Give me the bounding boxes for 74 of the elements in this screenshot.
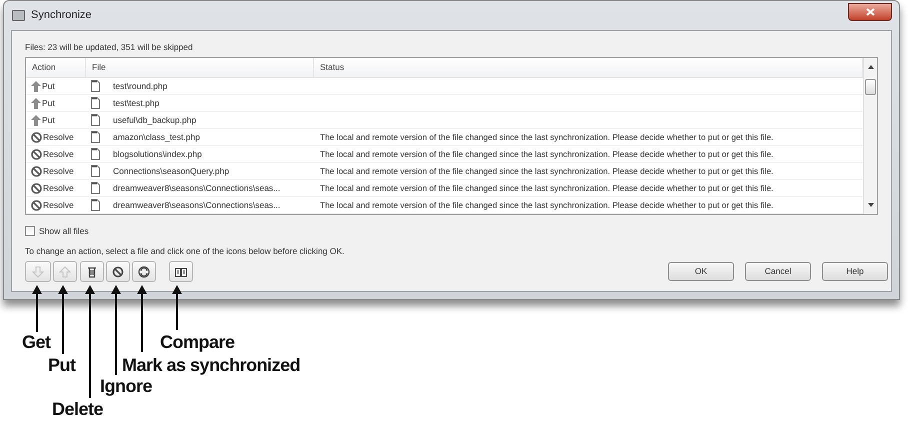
file-name: amazon\class_test.php [113, 130, 200, 144]
up-arrow-icon [31, 114, 41, 126]
checkbox-label: Show all files [39, 224, 89, 238]
close-icon [866, 8, 874, 16]
no-entry-icon [31, 200, 42, 210]
compare-button[interactable] [169, 261, 193, 282]
action-text: Put [42, 114, 55, 126]
action-text: Resolve [43, 130, 74, 144]
column-header[interactable]: Action [26, 58, 86, 77]
file-name: blogsolutions\index.php [113, 148, 202, 160]
callout-label: Get [22, 333, 51, 351]
status-text: The local and remote version of the file changed since the last synchronization. Please decide whether to put or get this file. [320, 198, 774, 212]
no-entry-icon [112, 266, 124, 278]
file-icon [91, 131, 100, 143]
action-text: Resolve [43, 148, 74, 160]
file-icon [91, 165, 100, 177]
callout-arrow [137, 285, 147, 352]
file-icon [91, 199, 100, 211]
synced-button[interactable] [132, 261, 156, 282]
dialog-button[interactable]: Help [822, 262, 888, 281]
action-text: Put [42, 80, 55, 92]
callout-label: Put [48, 356, 76, 374]
callout-label: Delete [52, 400, 104, 418]
sync-icon [138, 266, 150, 278]
down-arrow-icon [32, 266, 44, 278]
file-name: useful\db_backup.php [113, 114, 196, 126]
file-name: dreamweaver8\seasons\Connections\seas... [113, 182, 280, 194]
compare-icon [175, 266, 187, 278]
status-text: The local and remote version of the file changed since the last synchronization. Please decide whether to put or get this file. [320, 164, 774, 178]
callout-label: Mark as synchronized [122, 356, 300, 374]
file-icon [91, 80, 100, 92]
scrollbar-thumb[interactable] [865, 79, 876, 95]
file-icon [91, 148, 100, 160]
file-name: Connections\seasonQuery.php [113, 164, 230, 178]
status-text: The local and remote version of the file changed since the last synchronization. Please decide whether to put or get this file. [320, 148, 774, 160]
callout-label: Ignore [100, 377, 152, 395]
ignore-button[interactable] [106, 261, 130, 282]
instruction-text: To change an action, select a file and click one of the icons below before clicking OK. [25, 245, 346, 256]
file-icon [91, 97, 100, 109]
no-entry-icon [31, 132, 42, 142]
status-text: The local and remote version of the file changed since the last synchronization. Please decide whether to put or get this file. [320, 182, 774, 194]
file-name: dreamweaver8\seasons\Connections\seas... [113, 198, 280, 212]
close-button[interactable] [848, 2, 892, 20]
callout-label: Compare [160, 333, 235, 351]
action-text: Resolve [43, 182, 74, 194]
window-title: Synchronize [31, 8, 92, 24]
show-all-checkbox[interactable] [25, 226, 35, 236]
app-icon [12, 10, 25, 21]
status-text: The local and remote version of the file changed since the last synchronization. Please decide whether to put or get this file. [320, 130, 774, 144]
summary-text: Files: 23 will be updated, 351 will be skipped [25, 41, 194, 54]
action-text: Resolve [43, 164, 74, 178]
scroll-up-icon [868, 65, 874, 69]
dialog-button[interactable]: Cancel [745, 262, 811, 281]
action-text: Resolve [43, 198, 74, 212]
callout-arrow [32, 285, 42, 332]
file-name: test\test.php [113, 96, 160, 110]
column-header[interactable]: File [86, 58, 314, 77]
up-arrow-icon [31, 80, 41, 92]
file-name: test\round.php [113, 80, 168, 92]
no-entry-icon [31, 166, 42, 176]
up-arrow-icon [59, 266, 71, 278]
trash-icon [86, 266, 98, 278]
dialog-button[interactable]: OK [668, 262, 734, 281]
no-entry-icon [31, 182, 42, 194]
delete-button[interactable] [80, 261, 104, 282]
callout-arrow [172, 285, 182, 330]
scroll-down-icon [868, 203, 874, 207]
up-arrow-icon [31, 98, 41, 108]
action-text: Put [42, 96, 55, 110]
file-icon [91, 114, 100, 126]
callout-arrow [58, 285, 68, 354]
no-entry-icon [31, 148, 42, 160]
scrollbar[interactable] [863, 58, 877, 214]
file-icon [91, 182, 100, 194]
